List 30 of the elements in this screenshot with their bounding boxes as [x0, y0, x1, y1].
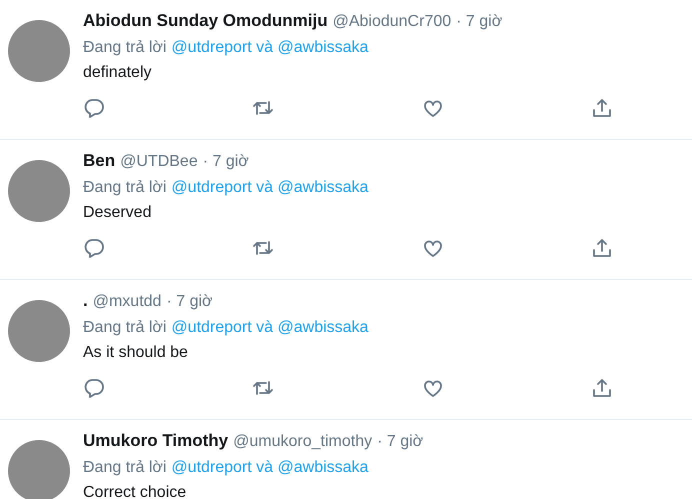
- tweet-text: definately: [83, 63, 152, 83]
- share-icon[interactable]: [590, 237, 613, 259]
- reply-icon[interactable]: [83, 377, 105, 399]
- tweet-text: As it should be: [83, 343, 189, 363]
- user-handle[interactable]: @umukoro_timothy: [233, 430, 372, 454]
- share-icon[interactable]: [590, 97, 613, 119]
- user-name[interactable]: .: [83, 289, 88, 313]
- user-handle[interactable]: @AbiodunCr700: [332, 10, 452, 34]
- reply-label: Đang trả lời: [83, 178, 166, 198]
- user-handle[interactable]: @mxutdd: [92, 290, 162, 314]
- mention-link[interactable]: @utdreport và @awbissaka: [171, 174, 368, 201]
- reply-label: Đang trả lời: [83, 38, 166, 58]
- reply-label: Đang trả lời: [83, 318, 166, 338]
- user-name[interactable]: Umukoro Timothy: [83, 429, 228, 453]
- mention-link[interactable]: @utdreport và @awbissaka: [171, 314, 368, 341]
- timestamp[interactable]: · 7 giờ: [166, 290, 213, 314]
- reply-icon[interactable]: [83, 97, 105, 119]
- user-name[interactable]: Abiodun Sunday Omodunmiju: [83, 9, 328, 33]
- user-handle[interactable]: @UTDBee: [120, 150, 198, 174]
- share-icon[interactable]: [590, 377, 613, 399]
- mention-link[interactable]: @utdreport và @awbissaka: [171, 454, 368, 481]
- timestamp[interactable]: · 7 giờ: [202, 150, 249, 174]
- timestamp[interactable]: · 7 giờ: [377, 430, 424, 454]
- timestamp[interactable]: · 7 giờ: [456, 10, 502, 34]
- tweet-text: Correct choice: [83, 483, 188, 499]
- tweet-text: Deserved: [83, 203, 152, 223]
- mention-link[interactable]: @utdreport và @awbissaka: [171, 34, 368, 61]
- user-name[interactable]: Ben: [83, 149, 116, 173]
- reply-label: Đang trả lời: [83, 458, 166, 478]
- reply-icon[interactable]: [83, 237, 105, 259]
